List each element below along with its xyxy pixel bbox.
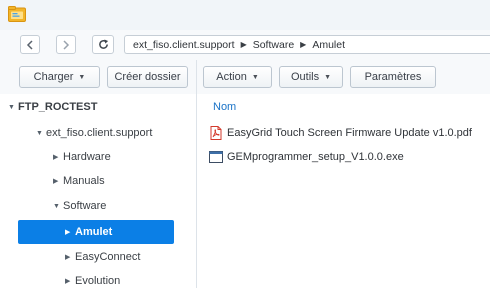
tree-item-label: Evolution — [75, 275, 121, 287]
file-list: Nom EasyGrid Touch Screen Firmware Updat… — [197, 94, 490, 288]
tree-item-label: Software — [63, 200, 107, 212]
expanded-arrow-icon[interactable]: ▼ — [8, 104, 18, 111]
tree-share-label: ext_fiso.client.support — [46, 127, 153, 139]
tree-item-label: Hardware — [63, 151, 111, 163]
tools-label: Outils — [290, 71, 320, 83]
tree-item-label: Manuals — [63, 175, 105, 187]
file-station-folder-icon — [8, 6, 26, 22]
column-header-name[interactable]: Nom — [213, 101, 236, 113]
create-folder-label: Créer dossier — [114, 71, 181, 83]
tree-root-label: FTP_ROCTEST — [18, 101, 98, 113]
navigation-bar: ext_fiso.client.support ▶ Software ▶ Amu… — [0, 30, 490, 61]
caret-down-icon: ▼ — [78, 73, 86, 81]
refresh-button[interactable] — [92, 35, 114, 54]
settings-button[interactable]: Paramètres — [350, 66, 436, 88]
breadcrumb-item[interactable]: Software — [253, 39, 294, 51]
tools-button[interactable]: Outils ▼ — [279, 66, 343, 88]
chevron-left-icon — [26, 39, 33, 50]
settings-label: Paramètres — [364, 71, 422, 83]
file-name: EasyGrid Touch Screen Firmware Update v1… — [227, 127, 472, 139]
file-row[interactable]: EasyGrid Touch Screen Firmware Update v1… — [209, 123, 490, 143]
folder-tree: ▼ FTP_ROCTEST ▼ ext_fiso.client.support … — [0, 94, 197, 288]
forward-button[interactable] — [56, 35, 76, 54]
tree-root[interactable]: ▼ FTP_ROCTEST — [0, 95, 196, 119]
tree-item-easyconnect[interactable]: ▶ EasyConnect — [0, 245, 196, 269]
toolbar: Charger ▼ Créer dossier Action ▼ Outils … — [0, 60, 490, 95]
chevron-right-icon — [63, 39, 70, 50]
tree-share[interactable]: ▼ ext_fiso.client.support — [0, 121, 196, 145]
upload-button[interactable]: Charger ▼ — [19, 66, 100, 88]
expanded-arrow-icon[interactable]: ▼ — [53, 203, 63, 210]
expanded-arrow-icon[interactable]: ▼ — [36, 130, 46, 137]
tree-item-hardware[interactable]: ▶ Hardware — [0, 145, 196, 169]
collapsed-arrow-icon[interactable]: ▶ — [65, 228, 75, 236]
toolbar-divider — [196, 60, 197, 94]
pdf-file-icon — [210, 126, 222, 140]
collapsed-arrow-icon[interactable]: ▶ — [53, 153, 63, 161]
file-row[interactable]: GEMprogrammer_setup_V1.0.0.exe — [209, 147, 490, 167]
refresh-icon — [98, 39, 108, 49]
upload-label: Charger — [33, 71, 74, 83]
breadcrumb-item[interactable]: ext_fiso.client.support — [133, 39, 235, 51]
tree-item-label: Amulet — [75, 226, 113, 238]
caret-down-icon: ▼ — [324, 73, 332, 81]
action-button[interactable]: Action ▼ — [203, 66, 272, 88]
breadcrumb-item[interactable]: Amulet — [312, 39, 345, 51]
tree-item-evolution[interactable]: ▶ Evolution — [0, 269, 196, 293]
breadcrumb-separator: ▶ — [300, 40, 307, 49]
create-folder-button[interactable]: Créer dossier — [107, 66, 188, 88]
tree-item-label: EasyConnect — [75, 251, 141, 263]
file-name: GEMprogrammer_setup_V1.0.0.exe — [227, 151, 404, 163]
caret-down-icon: ▼ — [251, 73, 259, 81]
breadcrumb-separator: ▶ — [240, 40, 247, 49]
collapsed-arrow-icon[interactable]: ▶ — [65, 253, 75, 261]
exe-file-icon — [209, 151, 223, 163]
tree-item-amulet[interactable]: ▶ Amulet — [18, 220, 174, 244]
title-bar — [0, 0, 490, 30]
collapsed-arrow-icon[interactable]: ▶ — [53, 177, 63, 185]
collapsed-arrow-icon[interactable]: ▶ — [65, 277, 75, 285]
tree-item-manuals[interactable]: ▶ Manuals — [0, 169, 196, 193]
action-label: Action — [216, 71, 247, 83]
tree-item-software[interactable]: ▼ Software — [0, 194, 196, 218]
back-button[interactable] — [20, 35, 40, 54]
breadcrumb[interactable]: ext_fiso.client.support ▶ Software ▶ Amu… — [124, 35, 490, 54]
